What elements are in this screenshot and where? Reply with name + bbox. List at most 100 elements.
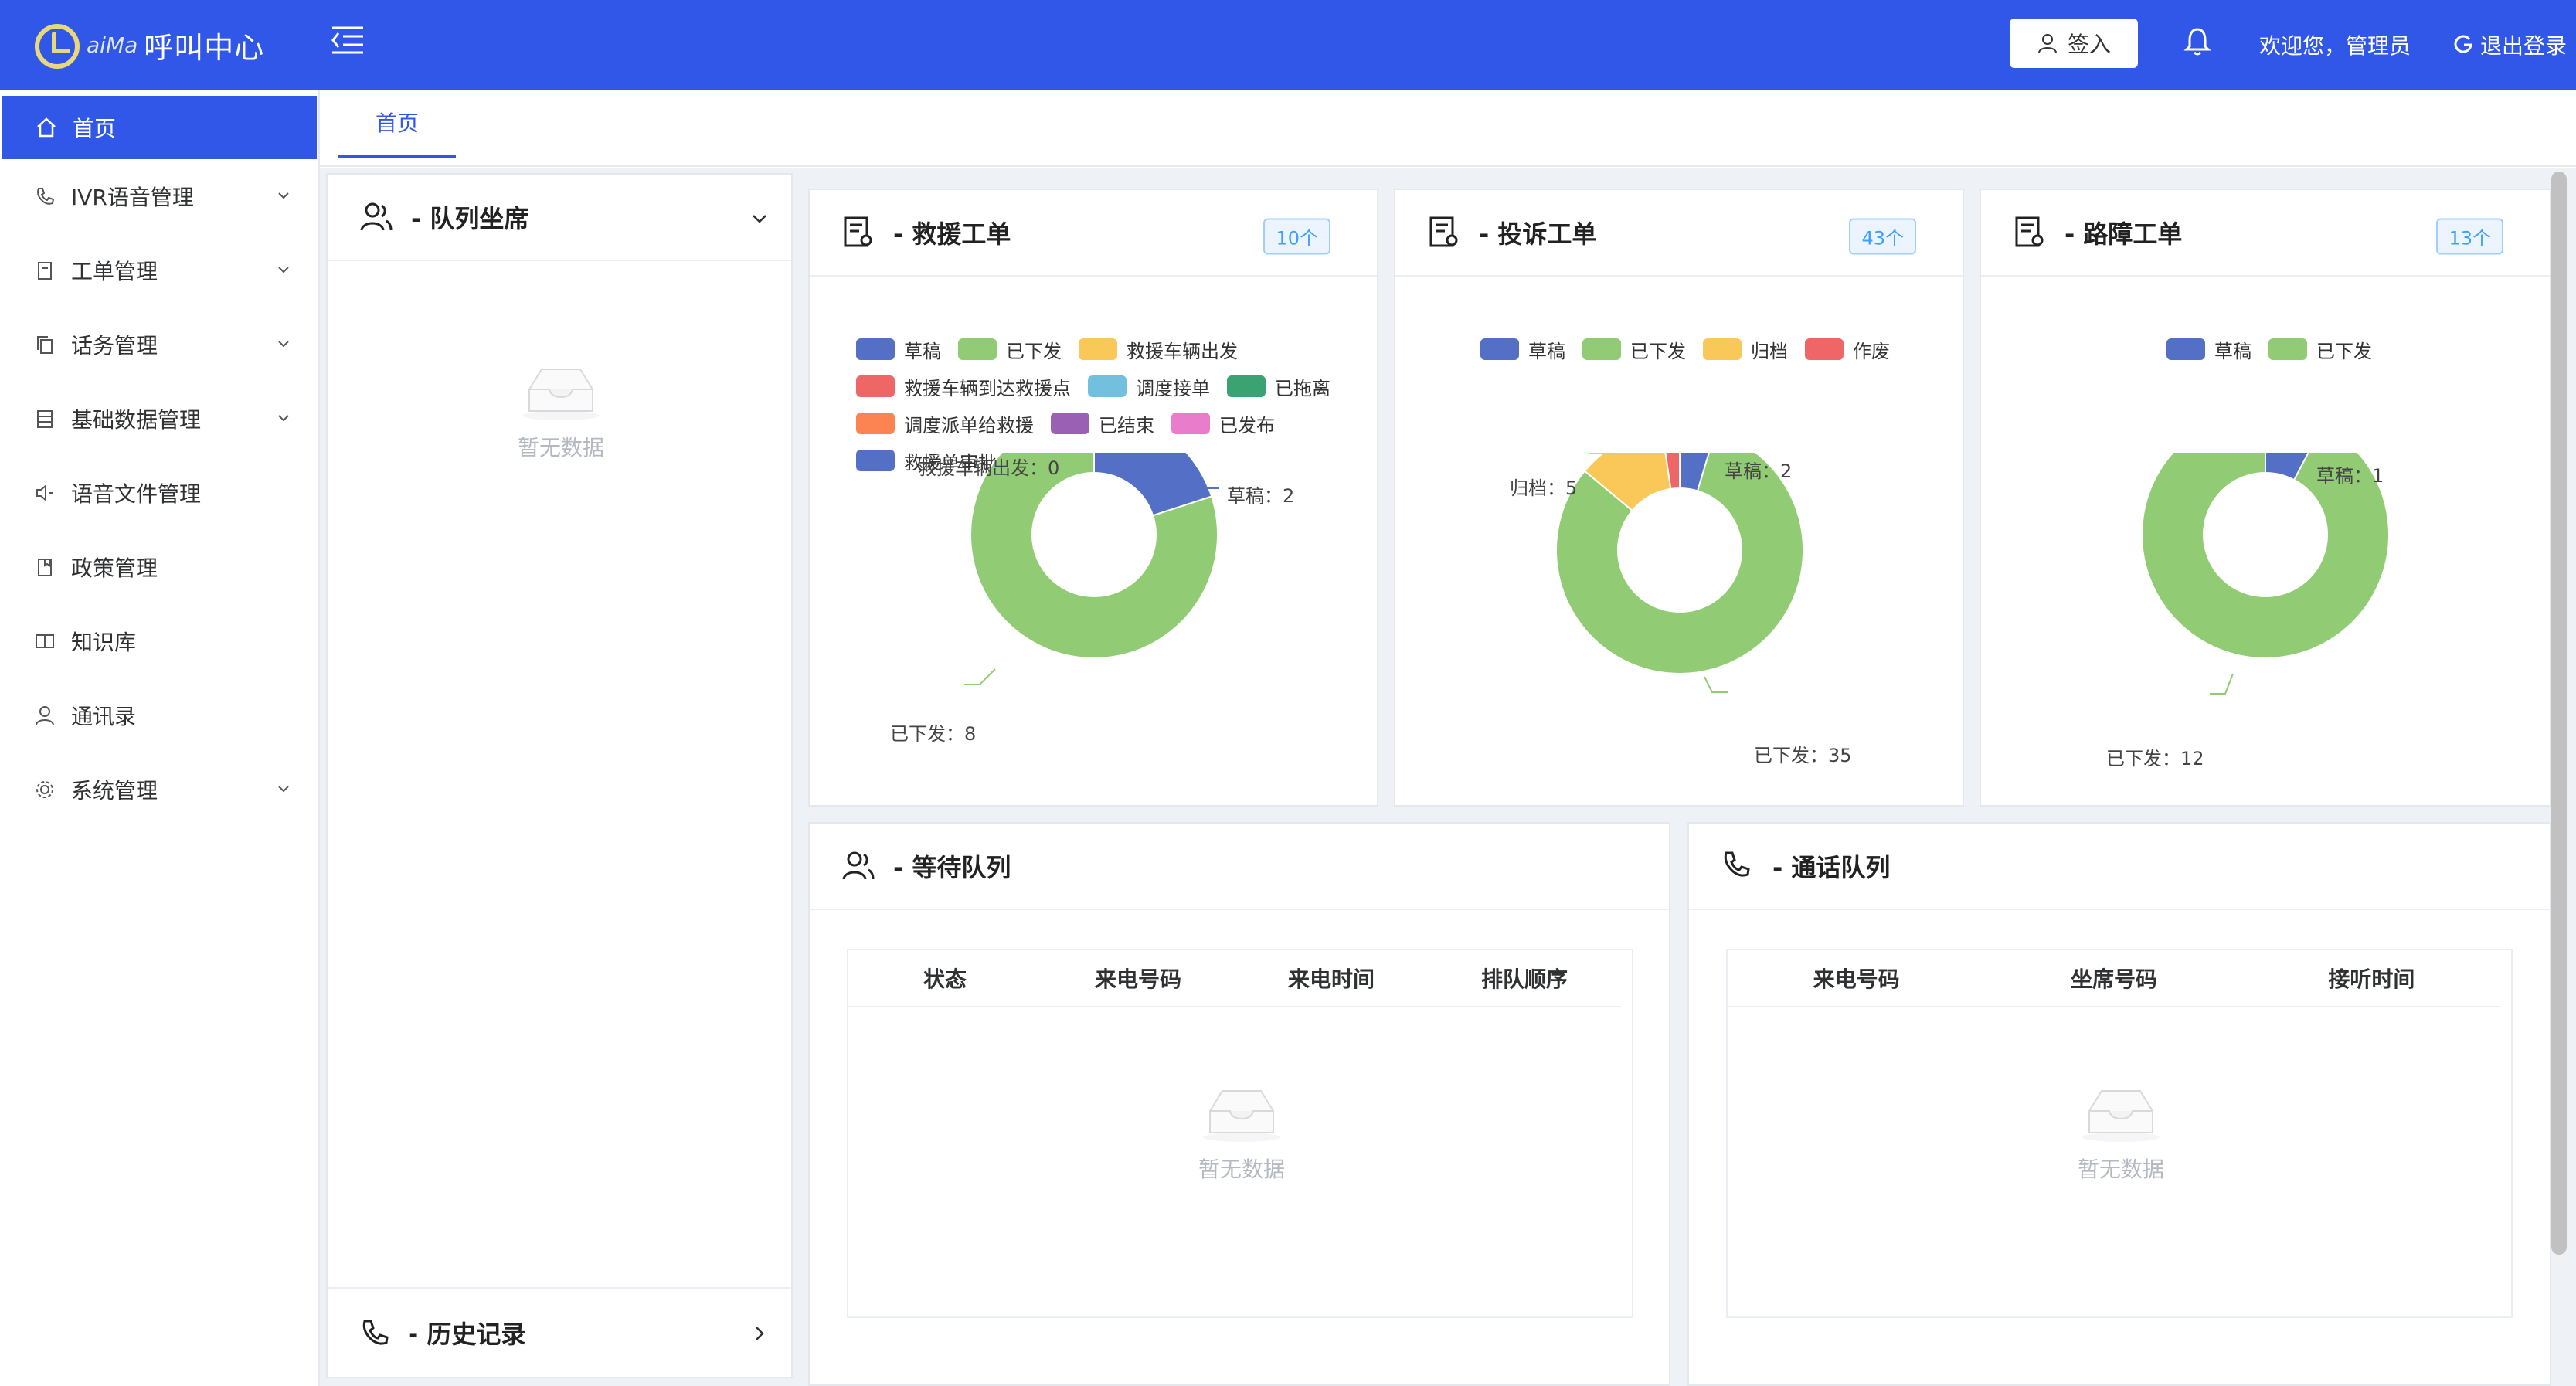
column-header[interactable]: 坐席号码 bbox=[1985, 963, 2242, 994]
call-queue-header: - 通话队列 bbox=[1689, 824, 2550, 910]
column-header[interactable]: 接听时间 bbox=[2243, 963, 2500, 994]
list-icon bbox=[37, 410, 53, 428]
legend-swatch bbox=[1582, 338, 1621, 360]
sidebar-item-label: 基础数据管理 bbox=[71, 407, 202, 433]
bell-icon[interactable] bbox=[2183, 26, 2211, 57]
legend-label: 已结束 bbox=[1099, 414, 1154, 437]
column-header[interactable]: 状态 bbox=[848, 963, 1042, 994]
legend-swatch bbox=[958, 338, 997, 360]
legend-label: 已下发 bbox=[2316, 340, 2372, 362]
sidebar-item-label: 系统管理 bbox=[71, 778, 158, 803]
legend-swatch bbox=[1051, 413, 1089, 434]
sidebar-item-system[interactable]: 系统管理 bbox=[0, 752, 318, 827]
legend-item[interactable]: 已下发 bbox=[1582, 331, 1686, 368]
top-header: aiMa 呼叫中心 签入 欢迎您，管理员 退出登录 bbox=[0, 0, 2576, 90]
column-header[interactable]: 来电时间 bbox=[1235, 963, 1428, 994]
slice-label: 草稿：2 bbox=[1227, 485, 1295, 507]
legend-item[interactable]: 已拖离 bbox=[1227, 368, 1330, 405]
legend-label: 归档 bbox=[1751, 340, 1788, 362]
order-icon bbox=[2015, 216, 2044, 247]
chevron-down-icon[interactable] bbox=[751, 210, 768, 227]
legend-item[interactable]: 草稿 bbox=[1480, 331, 1565, 368]
empty-text: 暂无数据 bbox=[1198, 1157, 1285, 1182]
menu-collapse-icon[interactable] bbox=[331, 25, 365, 56]
brand-name: 呼叫中心 bbox=[144, 30, 265, 65]
reader-icon bbox=[36, 634, 54, 648]
chart-legend: 草稿 已下发 归档 作废 bbox=[1480, 331, 1944, 368]
signin-button[interactable]: 签入 bbox=[2010, 19, 2138, 68]
legend-label: 草稿 bbox=[1528, 340, 1565, 362]
chevron-down-icon bbox=[278, 341, 289, 348]
empty-text: 暂无数据 bbox=[517, 435, 604, 460]
legend-item[interactable]: 调度接单 bbox=[1088, 368, 1210, 405]
legend-swatch bbox=[1805, 338, 1844, 360]
sidebar-item-traffic[interactable]: 话务管理 bbox=[0, 307, 318, 382]
rescue-card-title: - 救援工单 bbox=[893, 219, 1011, 249]
sidebar-item-label: IVR语音管理 bbox=[71, 185, 194, 210]
sidebar-item-contacts[interactable]: 通讯录 bbox=[0, 678, 318, 752]
legend-item[interactable]: 已下发 bbox=[958, 331, 1062, 368]
legend-swatch bbox=[1703, 338, 1742, 360]
legend-swatch bbox=[1079, 338, 1117, 360]
count-badge: 13个 bbox=[2436, 218, 2503, 255]
complaint-donut-chart bbox=[1555, 453, 1804, 693]
call-queue-empty: 暂无数据 bbox=[2059, 1082, 2183, 1184]
gear-icon bbox=[36, 781, 53, 798]
call-queue-title: - 通话队列 bbox=[1772, 853, 1891, 882]
legend-swatch bbox=[856, 413, 895, 434]
legend-item[interactable]: 已结束 bbox=[1051, 405, 1154, 442]
sidebar-item-label: 工单管理 bbox=[71, 259, 158, 284]
label-line bbox=[1704, 676, 1728, 693]
column-header[interactable]: 排队顺序 bbox=[1428, 963, 1621, 994]
empty-text: 暂无数据 bbox=[2077, 1157, 2164, 1182]
sidebar-item-voicefile[interactable]: 语音文件管理 bbox=[0, 456, 318, 530]
legend-item[interactable]: 作废 bbox=[1805, 331, 1890, 368]
chevron-down-icon bbox=[278, 415, 289, 422]
queue-seats-header[interactable]: - 队列坐席 bbox=[328, 175, 791, 261]
history-header[interactable]: - 历史记录 bbox=[328, 1287, 791, 1377]
label-line bbox=[964, 668, 996, 685]
chevron-right-icon[interactable] bbox=[751, 1325, 768, 1342]
copy-icon bbox=[37, 336, 53, 354]
table-header: 状态 来电号码 来电时间 排队顺序 bbox=[848, 950, 1621, 1007]
legend-swatch bbox=[1480, 338, 1519, 360]
legend-item[interactable]: 已下发 bbox=[2268, 331, 2372, 368]
sidebar-item-basedata[interactable]: 基础数据管理 bbox=[0, 382, 318, 456]
logout-icon bbox=[2454, 35, 2472, 53]
legend-swatch bbox=[1171, 413, 1210, 434]
legend-item[interactable]: 救援车辆出发 bbox=[1079, 331, 1238, 368]
wait-queue-empty: 暂无数据 bbox=[1180, 1082, 1303, 1184]
sidebar-item-ivr[interactable]: IVR语音管理 bbox=[0, 159, 318, 233]
sidebar-item-label: 话务管理 bbox=[71, 333, 158, 358]
queue-seats-panel: - 队列坐席 暂无数据 - 历史记录 bbox=[326, 173, 793, 1378]
column-header[interactable]: 来电号码 bbox=[1042, 963, 1235, 994]
sidebar-item-knowledge[interactable]: 知识库 bbox=[0, 604, 318, 678]
legend-item[interactable]: 已发布 bbox=[1171, 405, 1275, 442]
empty-box-icon bbox=[522, 369, 600, 420]
phone-icon bbox=[362, 1320, 389, 1345]
slice-label: 已下发：12 bbox=[2106, 748, 2204, 769]
legend-swatch bbox=[1088, 375, 1127, 397]
home-icon bbox=[37, 117, 56, 138]
label-line bbox=[2210, 673, 2234, 695]
slice-label: 草稿：1 bbox=[2316, 465, 2384, 487]
legend-item[interactable]: 草稿 bbox=[2166, 331, 2251, 368]
legend-label: 已拖离 bbox=[1275, 377, 1330, 399]
tab-home[interactable]: 首页 bbox=[338, 90, 456, 158]
sidebar-item-workorder[interactable]: 工单管理 bbox=[0, 233, 318, 307]
column-header[interactable]: 来电号码 bbox=[1728, 963, 1985, 994]
vertical-scrollbar[interactable] bbox=[2551, 172, 2567, 1255]
sidebar-item-home[interactable]: 首页 bbox=[2, 96, 317, 159]
legend-item[interactable]: 调度派单给救援 bbox=[856, 405, 1034, 442]
logout-button[interactable]: 退出登录 bbox=[2454, 29, 2567, 60]
count-badge: 43个 bbox=[1849, 218, 1916, 255]
legend-item[interactable]: 草稿 bbox=[856, 331, 941, 368]
legend-item[interactable]: 归档 bbox=[1703, 331, 1788, 368]
sidebar-item-policy[interactable]: 政策管理 bbox=[0, 530, 318, 604]
chevron-down-icon bbox=[278, 786, 289, 793]
wait-queue-header: - 等待队列 bbox=[810, 824, 1669, 910]
roadblock-order-card: - 路障工单 13个 草稿 已下发 草稿：1 已下发：12 bbox=[1980, 189, 2551, 807]
app-logo[interactable]: aiMa 呼叫中心 bbox=[34, 20, 264, 70]
legend-item[interactable]: 救援车辆到达救援点 bbox=[856, 368, 1071, 405]
complaint-card-header: - 投诉工单 43个 bbox=[1395, 190, 1963, 277]
